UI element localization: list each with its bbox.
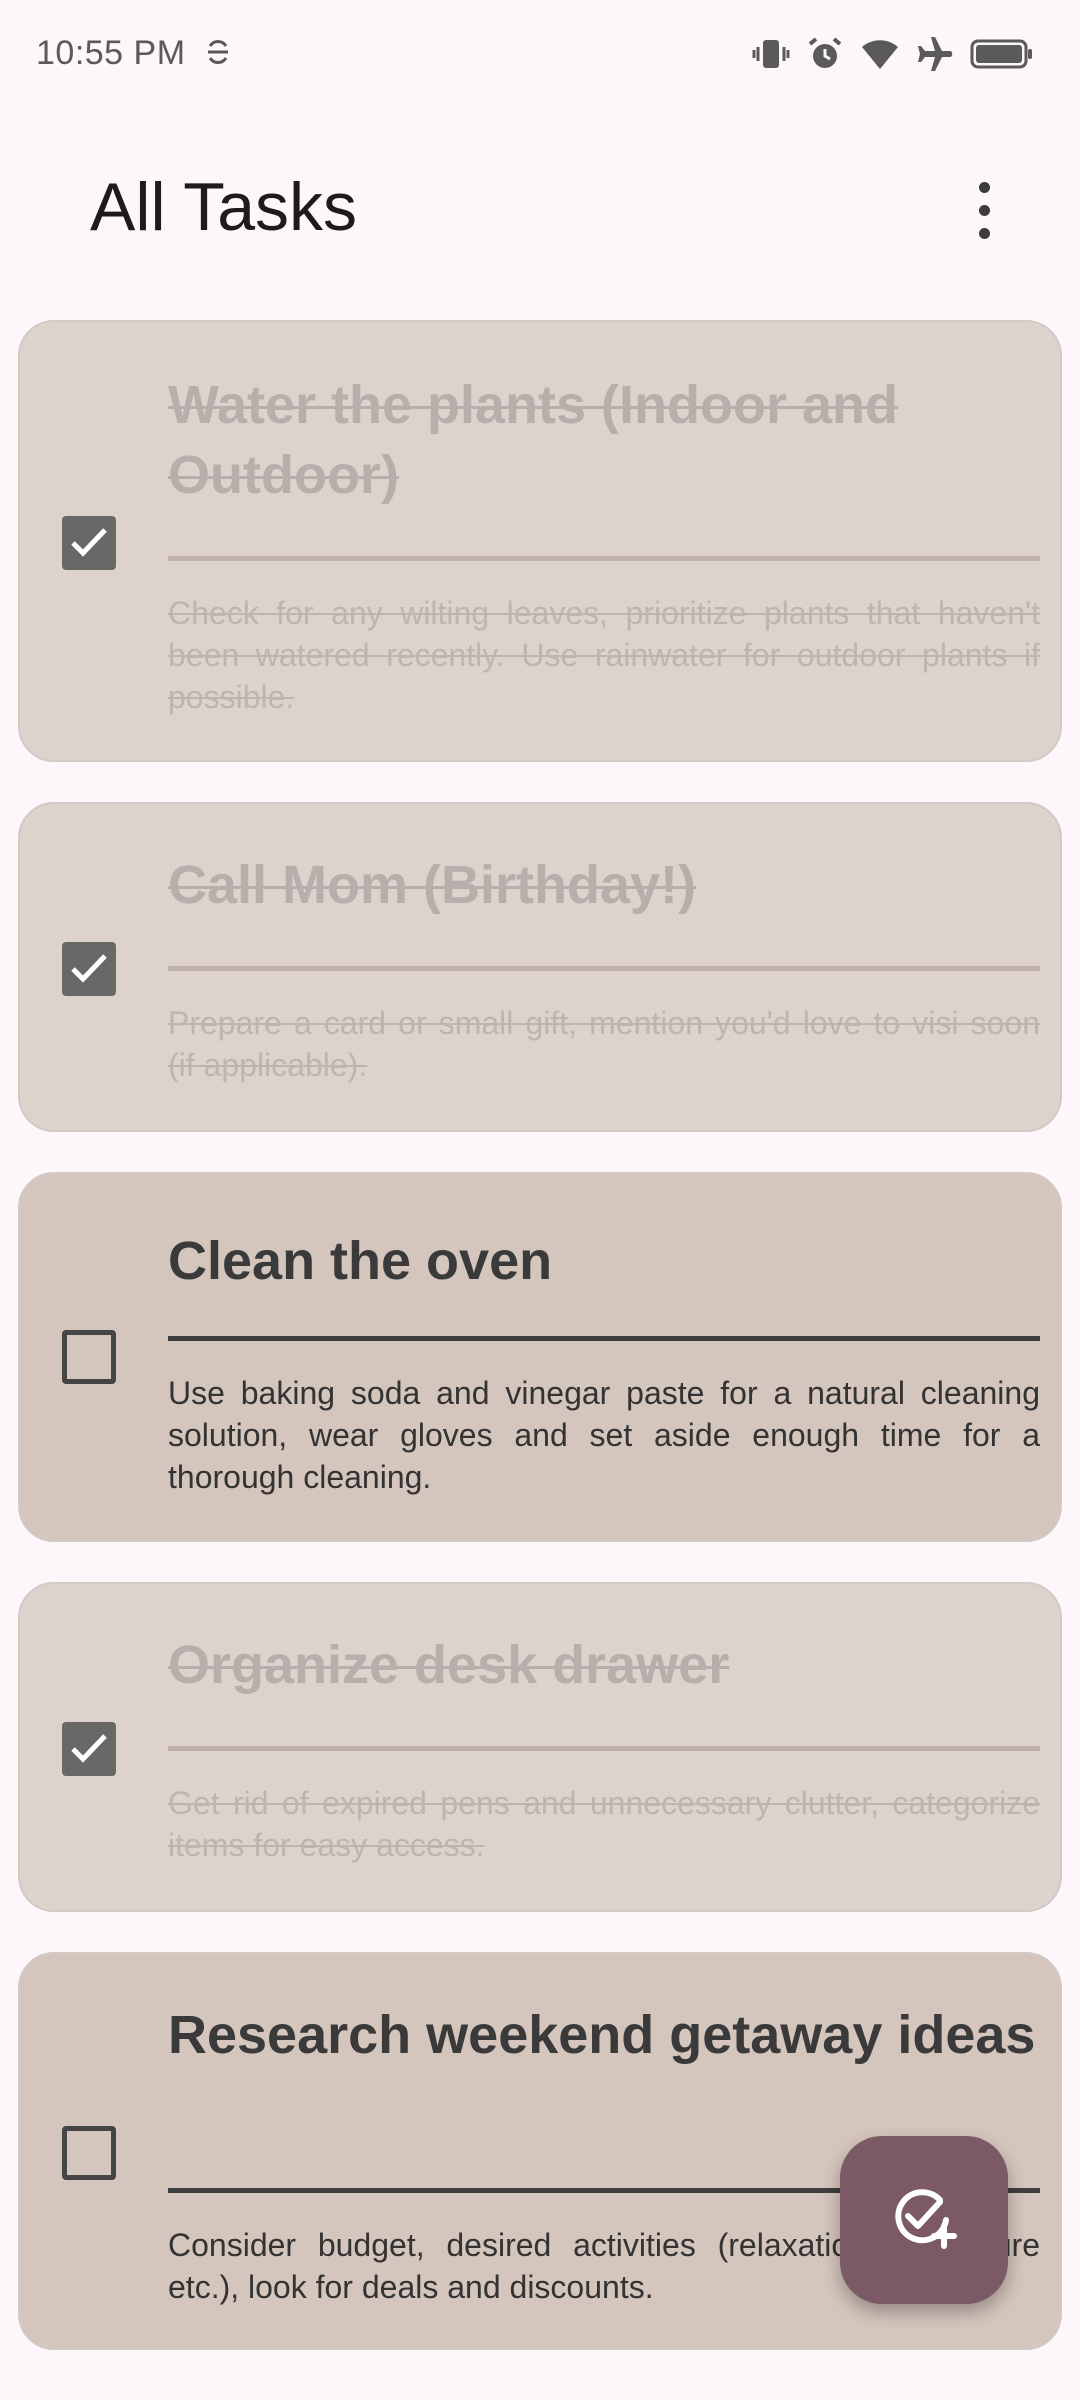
task-card[interactable]: Water the plants (Indoor and Outdoor) Ch… xyxy=(18,320,1062,762)
task-card[interactable]: Clean the oven Use baking soda and vineg… xyxy=(18,1172,1062,1542)
status-time: 10:55 PM xyxy=(36,34,186,72)
task-description: Get rid of expired pens and unnecessary … xyxy=(168,1785,1040,1863)
task-divider xyxy=(168,966,1040,971)
task-divider xyxy=(168,1746,1040,1751)
task-divider xyxy=(168,556,1040,561)
add-task-button[interactable] xyxy=(840,2136,1008,2304)
page-title: All Tasks xyxy=(90,169,358,245)
task-checkbox[interactable] xyxy=(62,2126,116,2180)
task-title: Clean the oven xyxy=(168,1231,553,1291)
more-vert-icon[interactable] xyxy=(960,170,1008,250)
app-notification-icon xyxy=(204,38,232,66)
task-description: Use baking soda and vinegar paste for a … xyxy=(168,1375,1040,1495)
task-description: Check for any wilting leaves, prioritize… xyxy=(168,595,1040,715)
task-divider xyxy=(168,1336,1040,1341)
top-app-bar: All Tasks xyxy=(0,140,1080,270)
task-card[interactable]: Call Mom (Birthday!) Prepare a card or s… xyxy=(18,802,1062,1132)
battery-icon xyxy=(970,37,1034,71)
task-card[interactable]: Organize desk drawer Get rid of expired … xyxy=(18,1582,1062,1912)
task-checkbox[interactable] xyxy=(62,1330,116,1384)
task-checkbox[interactable] xyxy=(62,516,116,570)
wifi-icon xyxy=(860,35,900,73)
alarm-icon xyxy=(806,35,844,73)
task-checkbox[interactable] xyxy=(62,1722,116,1776)
task-description: Prepare a card or small gift, mention yo… xyxy=(168,1005,1040,1083)
status-bar: 10:55 PM xyxy=(0,0,1080,110)
vibrate-icon xyxy=(752,35,790,73)
task-title: Water the plants (Indoor and Outdoor) xyxy=(168,375,899,505)
task-title: Research weekend getaway ideas xyxy=(168,2005,1036,2065)
add-task-icon xyxy=(888,2182,960,2259)
task-checkbox[interactable] xyxy=(62,942,116,996)
task-title: Organize desk drawer xyxy=(168,1635,730,1695)
airplane-mode-icon xyxy=(916,35,954,73)
task-title: Call Mom (Birthday!) xyxy=(168,855,697,915)
